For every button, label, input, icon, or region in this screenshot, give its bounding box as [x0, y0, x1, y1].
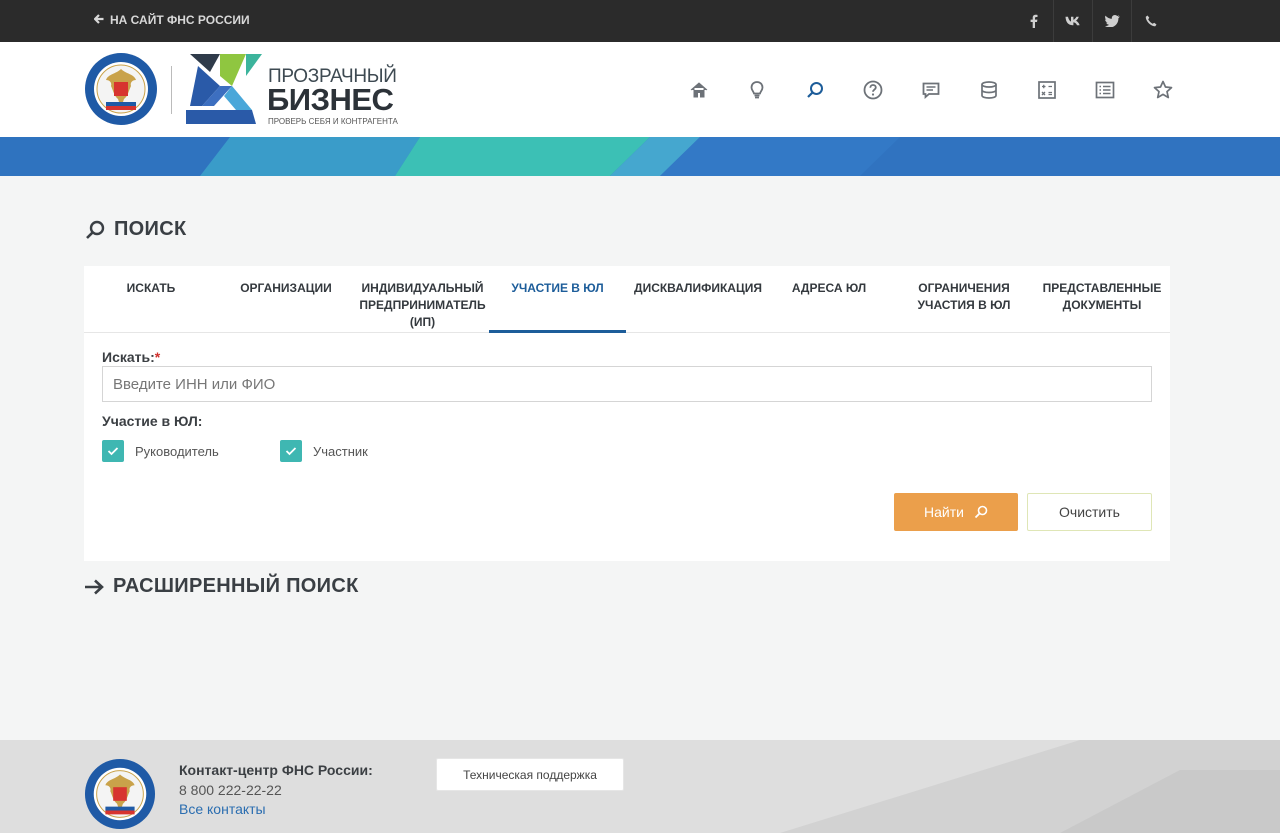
tab-participation-in-legal-entity[interactable]: УЧАСТИЕ В ЮЛ [489, 266, 626, 333]
twitter-icon[interactable] [1092, 0, 1131, 42]
participation-label: Участие в ЮЛ: [102, 413, 203, 429]
social-links [1014, 0, 1170, 42]
tech-support-button[interactable]: Техническая поддержка [436, 758, 624, 791]
fns-emblem-logo[interactable] [84, 758, 156, 830]
checkbox-director-label: Руководитель [135, 443, 219, 459]
back-to-fns-link[interactable]: НА САЙТ ФНС РОССИИ [93, 13, 250, 27]
search-field-label: Искать:* [102, 349, 161, 365]
search-input[interactable] [102, 366, 1152, 402]
tab-submitted-documents[interactable]: ПРЕДСТАВЛЕННЫЕ ДОКУМЕНТЫ [1034, 266, 1170, 333]
site-header: ПРОЗРАЧНЫЙ БИЗНЕС ПРОВЕРЬ СЕБЯ И КОНТРАГ… [0, 42, 1280, 137]
contact-center-title: Контакт-центр ФНС России: [179, 762, 373, 778]
decorative-banner [0, 137, 1280, 176]
phone-icon[interactable] [1131, 0, 1170, 42]
tab-search[interactable]: ИСКАТЬ [98, 266, 204, 333]
checkmark-icon[interactable] [280, 440, 302, 462]
tab-organizations[interactable]: ОРГАНИЗАЦИИ [230, 266, 342, 333]
search-tabs: ИСКАТЬ ОРГАНИЗАЦИИ ИНДИВИДУАЛЬНЫЙ ПРЕДПР… [84, 266, 1170, 333]
lightbulb-icon[interactable] [728, 75, 786, 105]
required-mark: * [154, 349, 161, 365]
contact-phone[interactable]: 8 800 222-22-22 [179, 782, 282, 798]
tab-participation-restrictions[interactable]: ОГРАНИЧЕНИЯ УЧАСТИЯ В ЮЛ [904, 266, 1024, 333]
calculator-icon[interactable] [1018, 75, 1076, 105]
search-icon[interactable] [786, 75, 844, 105]
find-button-label: Найти [924, 504, 964, 520]
tab-individual-entrepreneur[interactable]: ИНДИВИДУАЛЬНЫЙ ПРЕДПРИНИМАТЕЛЬ (ИП) [354, 266, 491, 333]
vk-icon[interactable] [1053, 0, 1092, 42]
site-footer: Контакт-центр ФНС России: 8 800 222-22-2… [0, 740, 1280, 833]
advanced-search-label: РАСШИРЕННЫЙ ПОИСК [113, 575, 359, 597]
checkmark-icon[interactable] [102, 440, 124, 462]
arrow-left-icon [93, 13, 104, 27]
clear-button[interactable]: Очистить [1027, 493, 1152, 531]
advanced-search-link[interactable]: РАСШИРЕННЫЙ ПОИСК [84, 575, 359, 598]
arrow-right-icon [84, 579, 104, 595]
logo-divider [171, 66, 172, 114]
prozrachny-biznes-logo[interactable] [186, 54, 264, 124]
search-icon [84, 219, 106, 241]
back-to-fns-label: НА САЙТ ФНС РОССИИ [110, 13, 250, 27]
brand-name-line2: БИЗНЕС [267, 82, 394, 117]
database-icon[interactable] [960, 75, 1018, 105]
home-icon[interactable] [670, 75, 728, 105]
checkbox-participant[interactable]: Участник [280, 440, 368, 462]
help-icon[interactable] [844, 75, 902, 105]
search-card: ИСКАТЬ ОРГАНИЗАЦИИ ИНДИВИДУАЛЬНЫЙ ПРЕДПР… [84, 266, 1170, 561]
search-icon [974, 505, 988, 519]
tab-legal-entity-addresses[interactable]: АДРЕСА ЮЛ [774, 266, 884, 333]
checkbox-director[interactable]: Руководитель [102, 440, 219, 462]
all-contacts-link[interactable]: Все контакты [179, 801, 266, 817]
page-title: ПОИСК [84, 218, 186, 241]
tab-disqualification[interactable]: ДИСКВАЛИФИКАЦИЯ [628, 266, 768, 333]
page-title-text: ПОИСК [114, 218, 187, 240]
facebook-icon[interactable] [1014, 0, 1053, 42]
fns-emblem-logo[interactable] [84, 52, 158, 126]
chat-icon[interactable] [902, 75, 960, 105]
find-button[interactable]: Найти [894, 493, 1018, 531]
main-nav [670, 75, 1192, 105]
list-icon[interactable] [1076, 75, 1134, 105]
checkbox-participant-label: Участник [313, 443, 368, 459]
star-icon[interactable] [1134, 75, 1192, 105]
brand-tagline: ПРОВЕРЬ СЕБЯ И КОНТРАГЕНТА [268, 117, 398, 126]
top-bar: НА САЙТ ФНС РОССИИ [0, 0, 1280, 42]
